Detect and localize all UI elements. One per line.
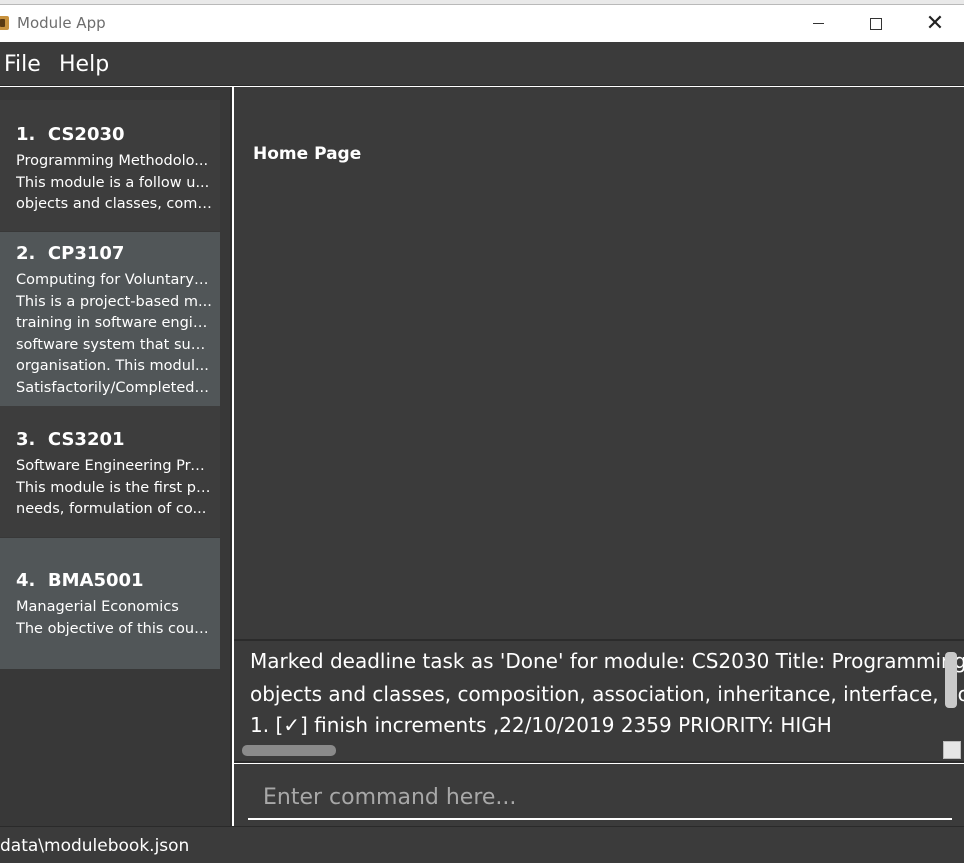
result-horizontal-scrollbar[interactable]: [242, 745, 336, 756]
module-description-line: This is a project-based m...: [16, 293, 212, 310]
module-title: Programming Methodolo...: [16, 153, 209, 169]
command-input[interactable]: [248, 776, 952, 820]
minimize-button[interactable]: [789, 5, 847, 42]
status-bar: data\modulebook.json: [0, 826, 964, 863]
home-page-panel: Home Page: [234, 87, 964, 639]
module-card-title: 2. CP3107: [16, 243, 220, 264]
module-card[interactable]: 4. BMA5001 Managerial Economics The obje…: [0, 538, 220, 669]
module-index: 1.: [16, 124, 36, 145]
module-index: 3.: [16, 429, 36, 450]
module-title: Software Engineering Pro...: [16, 458, 212, 474]
module-list-panel[interactable]: 1. CS2030 Programming Methodolo... This …: [0, 87, 232, 826]
home-page-title: Home Page: [253, 144, 362, 164]
module-description-line: objects and classes, comp...: [16, 196, 212, 212]
module-code: CS2030: [47, 124, 125, 145]
module-code: CP3107: [47, 243, 125, 264]
scrollbar-corner: [943, 741, 961, 759]
result-line: Marked deadline task as 'Done' for modul…: [250, 649, 964, 673]
module-title: Managerial Economics: [16, 599, 179, 615]
maximize-button[interactable]: [847, 5, 905, 42]
command-box: [234, 764, 964, 826]
module-description-line: organisation. This modul...: [16, 358, 209, 374]
window-titlebar[interactable]: Module App ✕: [0, 5, 964, 42]
module-index: 4.: [16, 570, 36, 591]
window-title: Module App: [17, 14, 106, 32]
close-button[interactable]: ✕: [906, 5, 964, 42]
module-card-title: 3. CS3201: [16, 429, 220, 450]
module-code: CS3201: [47, 429, 125, 450]
module-description-line: needs, formulation of co...: [16, 501, 207, 517]
result-line: objects and classes, composition, associ…: [250, 682, 964, 706]
maximize-icon: [870, 17, 882, 30]
result-vertical-scrollbar[interactable]: [945, 652, 957, 708]
module-code: BMA5001: [47, 570, 144, 591]
module-description-line: training in software engin...: [16, 315, 212, 331]
app-icon: [0, 16, 9, 30]
result-line: 1. [✓] finish increments ,22/10/2019 235…: [250, 713, 832, 737]
module-card-title: 4. BMA5001: [16, 570, 220, 591]
menu-help[interactable]: Help: [59, 52, 109, 77]
module-description-line: This module is a follow u...: [16, 174, 210, 191]
module-description-line: The objective of this cour...: [16, 620, 212, 637]
module-card-title: 1. CS2030: [16, 124, 220, 145]
module-card[interactable]: 1. CS2030 Programming Methodolo... This …: [0, 100, 220, 231]
module-description-line: software system that sup...: [16, 336, 212, 353]
close-icon: ✕: [925, 11, 945, 36]
module-card[interactable]: 2. CP3107 Computing for Voluntary ... Th…: [0, 232, 220, 406]
module-index: 2.: [16, 243, 36, 264]
module-description-line: Satisfactorily/Completed ...: [16, 379, 212, 396]
module-title: Computing for Voluntary ...: [16, 272, 212, 288]
result-display[interactable]: Marked deadline task as 'Done' for modul…: [234, 639, 964, 763]
minimize-icon: [812, 23, 824, 24]
module-card[interactable]: 3. CS3201 Software Engineering Pro... Th…: [0, 406, 220, 537]
save-location-path: data\modulebook.json: [0, 836, 190, 856]
module-description-line: This module is the first pa...: [16, 479, 212, 496]
menu-bar: File Help: [0, 42, 964, 86]
menu-file[interactable]: File: [4, 52, 41, 77]
